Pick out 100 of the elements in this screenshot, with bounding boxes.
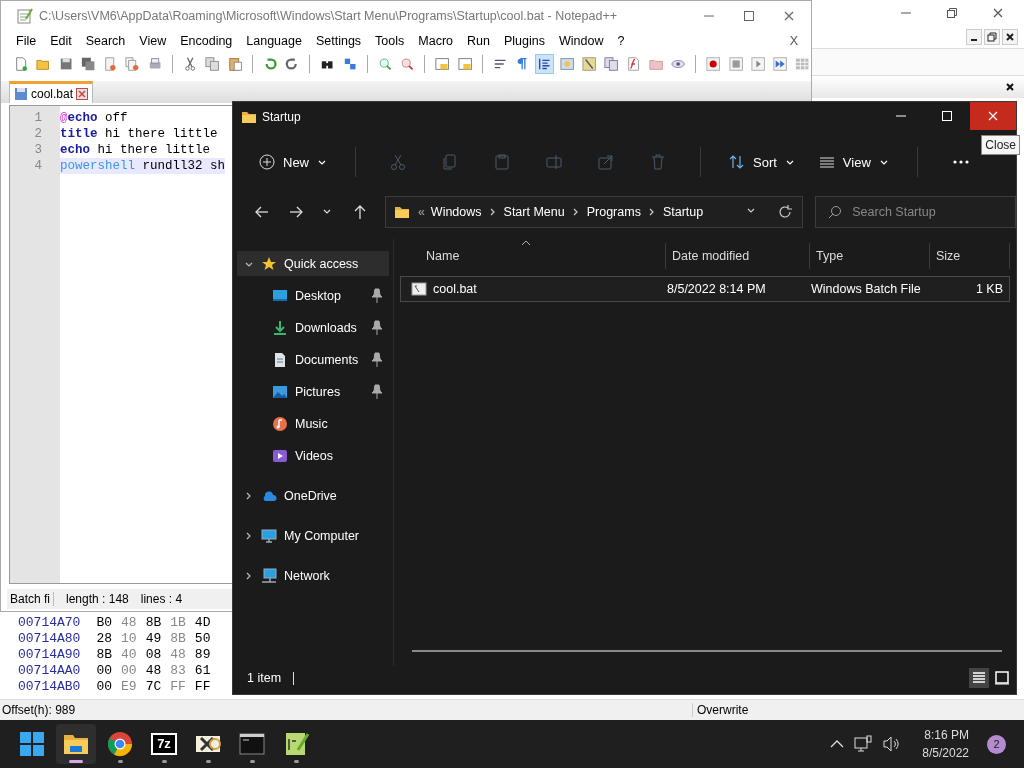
nav-item[interactable]: Pictures — [237, 379, 389, 404]
nav-item[interactable]: Quick access — [237, 251, 389, 276]
document-map-icon[interactable] — [558, 55, 575, 73]
hex-byte: 49 — [145, 631, 162, 647]
menu-item[interactable]: View — [132, 32, 174, 50]
close-icon[interactable] — [992, 7, 1004, 19]
start-icon — [18, 730, 46, 758]
hex-address: 00714A90 — [18, 647, 81, 663]
breadcrumb[interactable]: Windows — [430, 205, 482, 219]
hex-byte: 00 — [96, 663, 113, 679]
floppy-disks-icon[interactable] — [79, 55, 97, 73]
language-icon[interactable] — [580, 55, 598, 73]
taskbar-button[interactable]: 7z — [144, 724, 184, 764]
breadcrumb[interactable]: Startup — [662, 205, 704, 219]
menu-item[interactable]: File — [9, 32, 44, 50]
hex-byte: 83 — [170, 663, 186, 679]
address-bar[interactable]: « Windows Start Menu Programs Startup — [384, 196, 804, 228]
search-field[interactable]: Search Startup — [852, 198, 1015, 226]
zoom-out-icon[interactable] — [399, 55, 416, 73]
chevron-up-icon[interactable] — [830, 739, 845, 749]
nav-item[interactable]: Network — [237, 563, 389, 588]
close-icon[interactable] — [1004, 81, 1016, 93]
nav-item[interactable]: Downloads — [237, 315, 389, 340]
minimize-icon[interactable] — [966, 29, 982, 45]
close-document-button[interactable]: X — [782, 32, 805, 50]
close-documents-icon[interactable] — [124, 55, 141, 73]
item-count: 1 item — [247, 671, 282, 685]
indent-guide-icon[interactable] — [536, 55, 553, 73]
line-number: 3 — [33, 142, 43, 158]
nav-item[interactable]: Videos — [237, 443, 389, 468]
size-cell-text: 1 KB — [974, 282, 1004, 296]
file-row[interactable]: cool.bat 8/5/2022 8:14 PM Windows Batch File 1 KB — [400, 276, 1010, 302]
hex-byte: 8B — [170, 631, 186, 647]
menu-item[interactable]: Run — [460, 32, 497, 50]
fast-forward-icon[interactable] — [772, 55, 789, 73]
archive-app-icon: 7z — [151, 733, 177, 755]
hex-address: 00714A70 — [18, 615, 81, 631]
music-note-icon — [272, 415, 288, 432]
stop-icon[interactable] — [727, 55, 744, 73]
documents-icon[interactable] — [603, 55, 620, 73]
window-icon[interactable] — [456, 55, 473, 73]
clock-time[interactable]: 8:16 PM — [924, 726, 969, 744]
nav-item[interactable]: OneDrive — [237, 483, 389, 508]
menu-item[interactable]: Window — [551, 32, 611, 50]
window-icon[interactable] — [434, 55, 451, 73]
new-button[interactable]: New — [251, 150, 335, 174]
lines-status: lines : 4 — [140, 592, 183, 606]
hex-byte: 8B — [145, 615, 162, 631]
restore-icon[interactable] — [984, 29, 1000, 45]
document-tab[interactable]: cool.bat — [9, 81, 94, 103]
nav-item[interactable]: Music — [237, 411, 389, 436]
code-line: title hi there little — [60, 126, 218, 142]
menu-item[interactable]: Macro — [411, 32, 461, 50]
new-document-icon[interactable] — [13, 55, 30, 73]
hex-byte: 48 — [145, 663, 162, 679]
clipboard-icon[interactable] — [226, 55, 243, 73]
refresh-icon[interactable] — [778, 205, 793, 219]
menu-item[interactable]: ? — [610, 32, 632, 50]
play-icon[interactable] — [749, 55, 767, 73]
menu-item[interactable]: Search — [78, 32, 133, 50]
column-header[interactable]: Date modified — [666, 243, 810, 269]
star-icon — [261, 255, 277, 272]
column-header[interactable]: Size — [930, 243, 1010, 269]
notification-badge[interactable]: 2 — [987, 734, 1006, 754]
taskbar-button[interactable] — [56, 724, 96, 764]
tab-label: cool.bat — [31, 86, 74, 101]
network-icon[interactable] — [854, 735, 873, 753]
menu-item[interactable]: Language — [239, 32, 309, 50]
menu-item[interactable]: Edit — [43, 32, 79, 50]
tiles-view-icon[interactable] — [992, 668, 1012, 688]
offset-status: Offset(h): 989 — [0, 703, 693, 717]
notepad-icon — [17, 8, 33, 24]
sort-caret-icon — [521, 239, 531, 247]
clock-date[interactable]: 8/5/2022 — [922, 744, 969, 762]
terminal-icon — [238, 730, 266, 758]
column-header[interactable]: Type — [810, 243, 930, 269]
record-icon[interactable] — [705, 55, 722, 73]
menu-item[interactable]: Encoding — [173, 32, 240, 50]
breadcrumb[interactable]: Programs — [586, 205, 641, 219]
search-box[interactable]: Search Startup — [815, 196, 1016, 228]
file-name: cool.bat — [433, 282, 477, 296]
menu-item[interactable]: Plugins — [496, 32, 552, 50]
overflow-chevron[interactable]: « — [417, 205, 425, 219]
network-icon — [261, 567, 277, 584]
column-header[interactable]: Name — [410, 243, 666, 269]
tooltip: Close — [981, 135, 1020, 155]
nav-item[interactable]: My Computer — [237, 523, 389, 548]
breadcrumb[interactable]: Start Menu — [503, 205, 565, 219]
nav-item[interactable]: Desktop — [237, 283, 389, 308]
download-icon — [272, 319, 288, 336]
sort-button[interactable]: Sort — [721, 150, 803, 174]
view-button[interactable]: View — [810, 150, 897, 174]
scrollbar[interactable] — [412, 650, 1002, 652]
menu-item[interactable]: Tools — [368, 32, 412, 50]
restore-icon[interactable] — [946, 7, 958, 19]
nav-item[interactable]: Documents — [237, 347, 389, 372]
copy-icon[interactable] — [204, 55, 221, 73]
menu-item[interactable]: Settings — [308, 32, 369, 50]
function-list-icon[interactable] — [625, 55, 642, 73]
details-view-icon[interactable] — [969, 668, 989, 688]
